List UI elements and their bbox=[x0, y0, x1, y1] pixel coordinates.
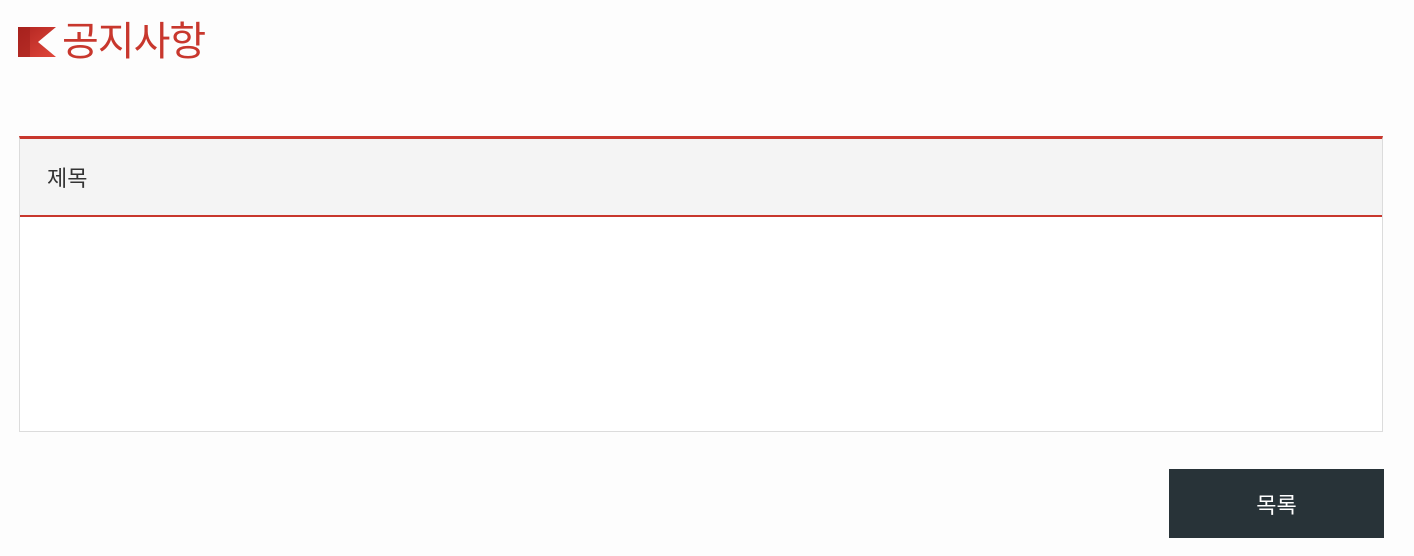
page-header: 공지사항 bbox=[18, 14, 206, 70]
page-title: 공지사항 bbox=[62, 19, 206, 65]
red-flag-icon bbox=[18, 27, 56, 57]
notice-content bbox=[20, 217, 1382, 431]
subject-label: 제목 bbox=[47, 167, 88, 192]
board-header-row: 제목 bbox=[20, 139, 1382, 217]
list-button[interactable]: 목록 bbox=[1169, 469, 1384, 538]
notice-page: 공지사항 제목 목록 bbox=[0, 0, 1414, 556]
notice-board: 제목 bbox=[19, 136, 1383, 432]
